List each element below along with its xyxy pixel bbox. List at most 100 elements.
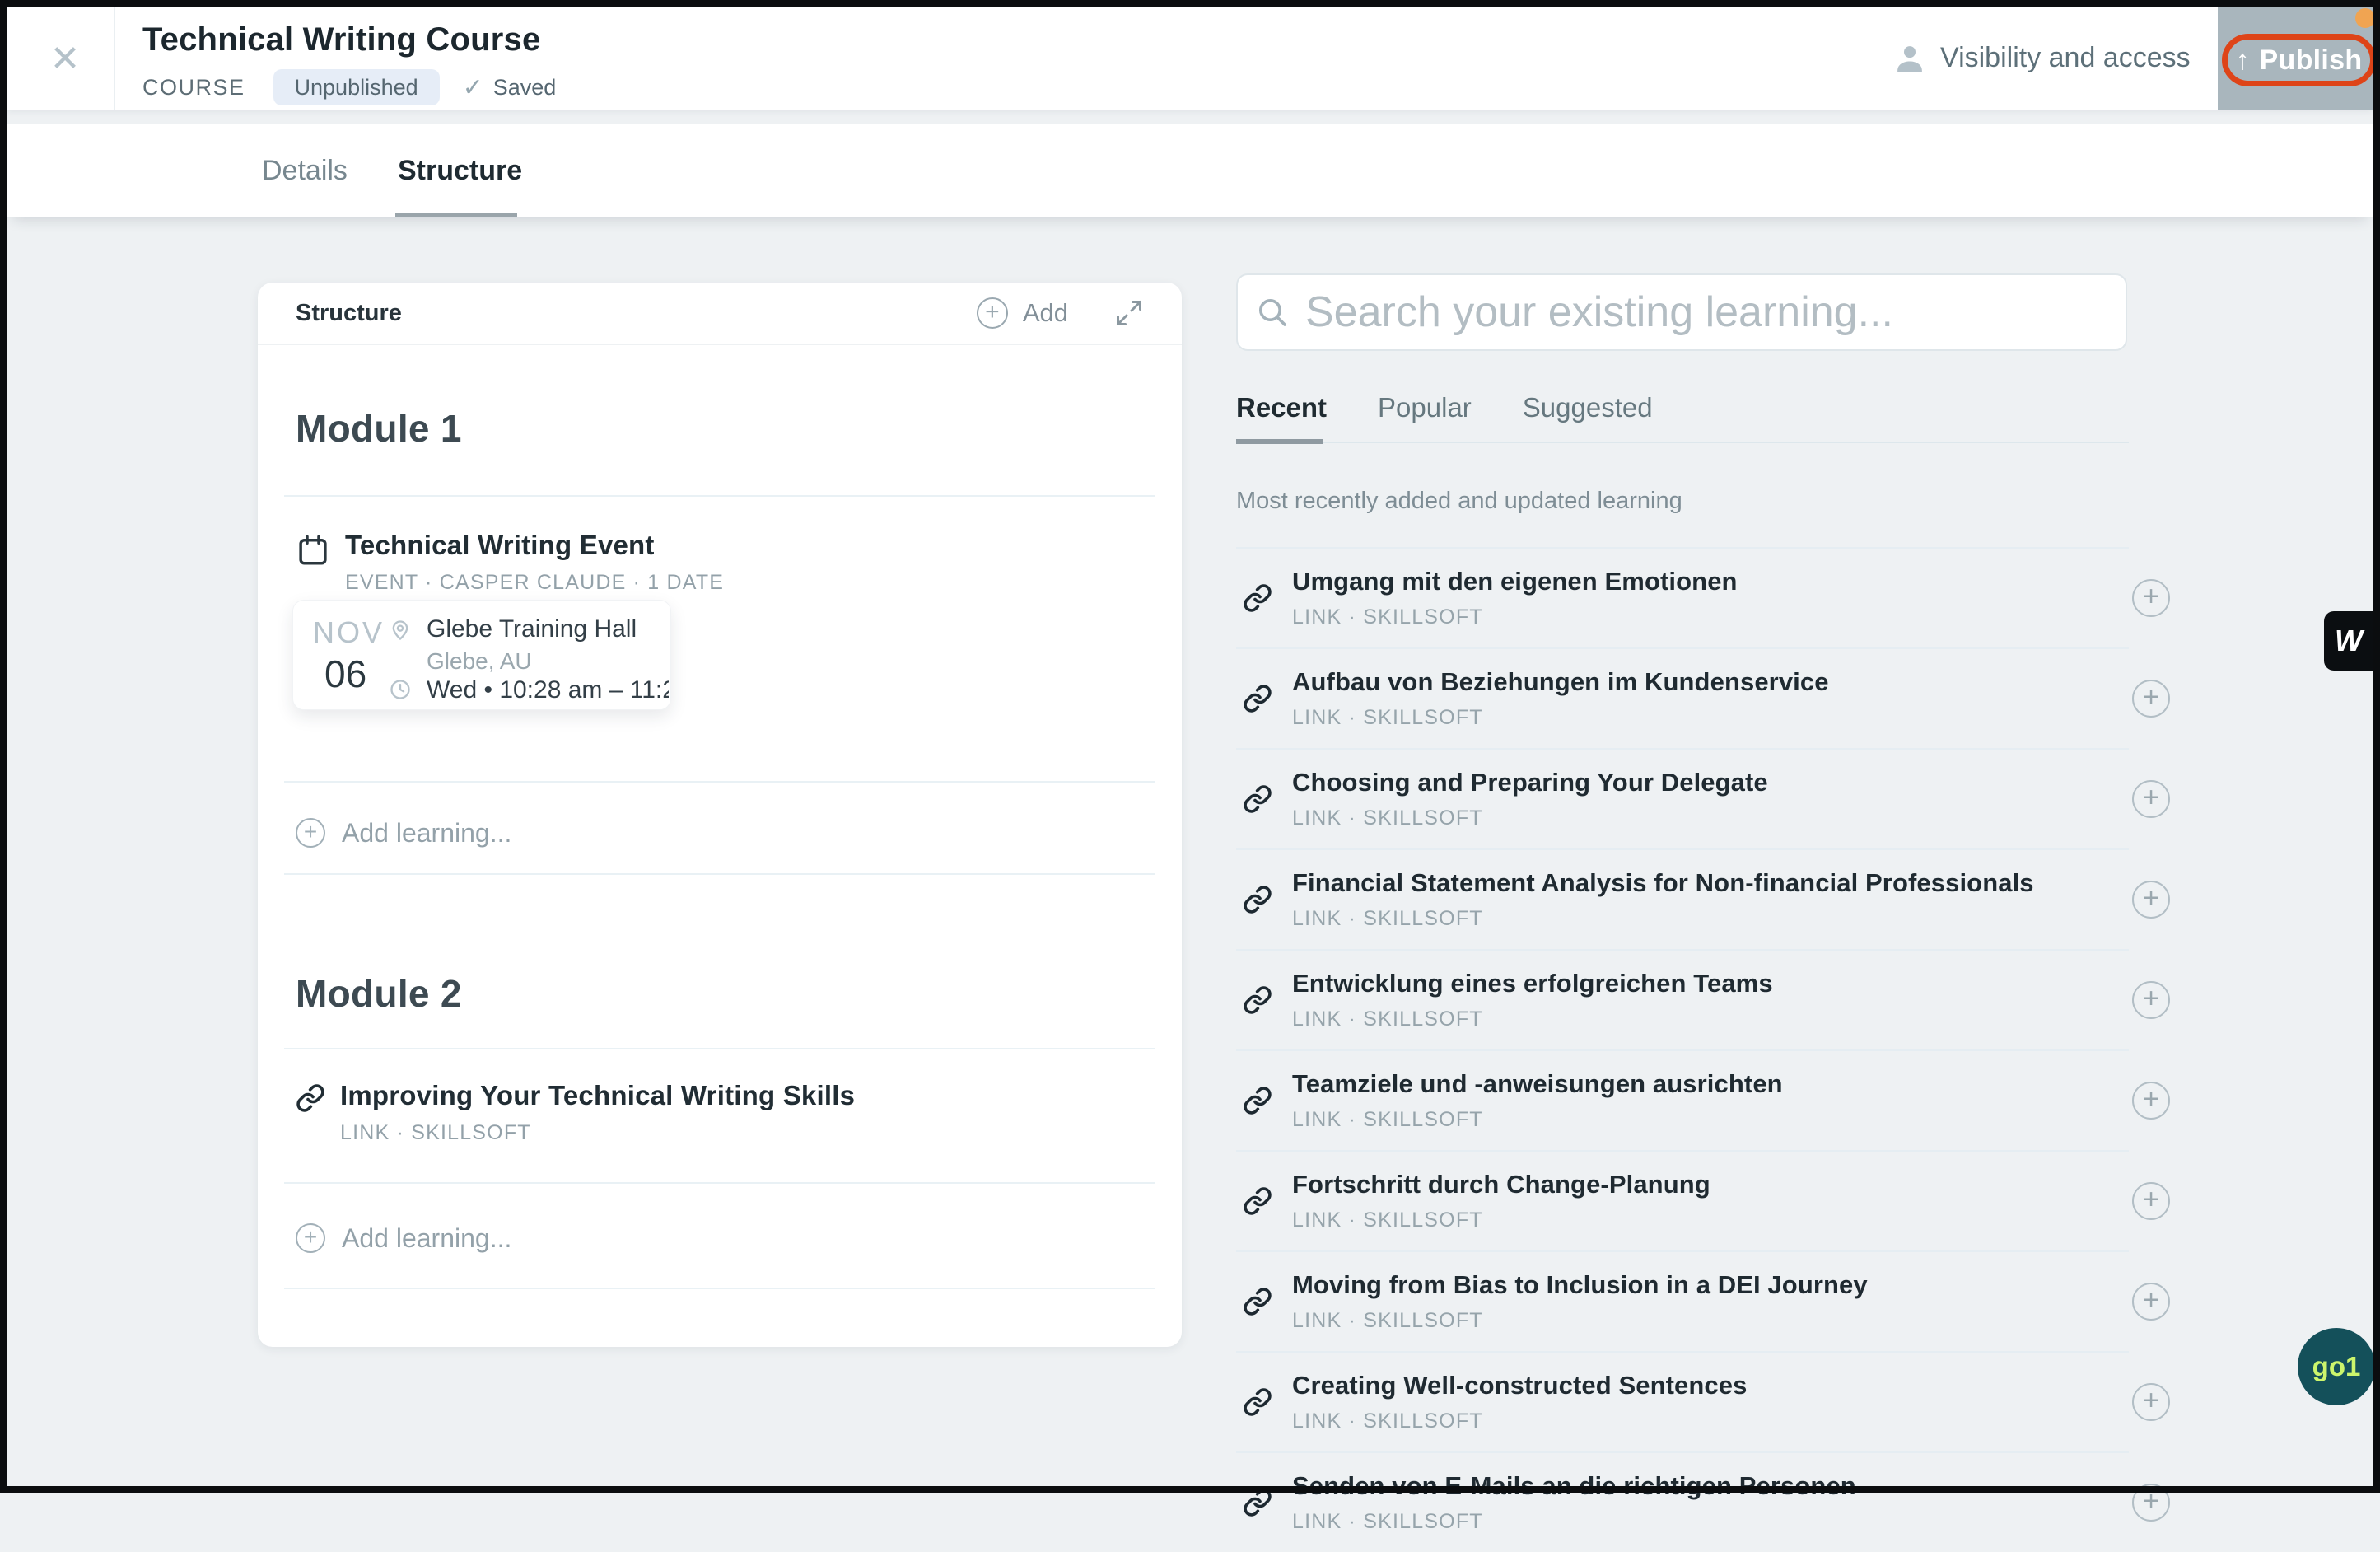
list-item-subtitle: LINK · SKILLSOFT (1292, 605, 1738, 629)
header: ✕ Technical Writing Course COURSE Unpubl… (7, 7, 2373, 110)
close-icon[interactable]: ✕ (44, 38, 86, 79)
list-item[interactable]: Choosing and Preparing Your Delegate LIN… (1236, 748, 2129, 848)
list-item[interactable]: Teamziele und -anweisungen ausrichten LI… (1236, 1049, 2129, 1150)
w-extension-tab[interactable]: W (2324, 611, 2373, 671)
list-item-subtitle: LINK · SKILLSOFT (1292, 706, 1829, 730)
add-item-button[interactable]: + (2132, 1182, 2170, 1220)
search-input[interactable] (1289, 287, 2126, 337)
plus-icon: + (2143, 1184, 2159, 1216)
tab-popular[interactable]: Popular (1378, 392, 1472, 423)
divider (284, 1182, 1155, 1184)
list-item[interactable]: Financial Statement Analysis for Non-fin… (1236, 848, 2129, 949)
search-box (1236, 273, 2127, 351)
search-icon (1256, 296, 1289, 329)
list-item-title: Financial Statement Analysis for Non-fin… (1292, 868, 2034, 898)
add-item-button[interactable]: + (2132, 881, 2170, 919)
add-item-button[interactable]: + (2132, 579, 2170, 617)
tabbar: Details Structure (7, 124, 2373, 217)
list-item-subtitle: LINK · SKILLSOFT (1292, 806, 1768, 830)
event-item[interactable]: Technical Writing Event EVENT · CASPER C… (296, 530, 724, 595)
go1-widget-button[interactable]: go1 (2298, 1328, 2375, 1405)
event-date-card[interactable]: NOV 06 Glebe Training Hall Glebe, AU Wed… (292, 600, 671, 710)
list-item-title: Umgang mit den eigenen Emotionen (1292, 567, 1738, 596)
learning-results-list: Umgang mit den eigenen Emotionen LINK · … (1236, 547, 2175, 1552)
link-icon (1243, 684, 1272, 713)
add-item-button[interactable]: + (2132, 1082, 2170, 1120)
tab-structure[interactable]: Structure (398, 124, 522, 217)
search-tabs: Recent Popular Suggested (1236, 392, 1653, 423)
divider (284, 873, 1155, 875)
add-button[interactable]: Add (1023, 298, 1068, 328)
event-subtitle: EVENT · CASPER CLAUDE · 1 DATE (345, 571, 724, 595)
link-icon (1243, 1186, 1272, 1216)
plus-icon: + (2143, 983, 2159, 1015)
link-icon (296, 1083, 325, 1113)
list-item-title: Teamziele und -anweisungen ausrichten (1292, 1069, 1783, 1099)
list-item-title: Fortschritt durch Change-Planung (1292, 1170, 1710, 1199)
add-item-button[interactable]: + (2132, 780, 2170, 818)
add-item-button[interactable]: + (2132, 1383, 2170, 1421)
plus-icon: + (2143, 882, 2159, 914)
link-icon (1243, 583, 1272, 613)
list-item-title: Entwicklung eines erfolgreichen Teams (1292, 969, 1773, 998)
list-item[interactable]: Umgang mit den eigenen Emotionen LINK · … (1236, 547, 2129, 647)
list-item-title: Aufbau von Beziehungen im Kundenservice (1292, 667, 1829, 697)
link-icon (1243, 1387, 1272, 1417)
location-pin-icon (389, 619, 412, 642)
link-icon (1243, 985, 1272, 1015)
add-learning-button[interactable]: + Add learning... (296, 1215, 511, 1261)
list-item[interactable]: Entwicklung eines erfolgreichen Teams LI… (1236, 949, 2129, 1049)
add-item-button[interactable]: + (2132, 1484, 2170, 1522)
module-1-title: Module 1 (296, 406, 462, 451)
divider (284, 1048, 1155, 1049)
expand-icon[interactable] (1114, 298, 1144, 328)
annotation-dot (2355, 8, 2375, 28)
saved-label: Saved (493, 75, 557, 101)
saved-status: ✓ Saved (463, 73, 557, 102)
list-item-title: Choosing and Preparing Your Delegate (1292, 768, 1768, 797)
status-badge: Unpublished (273, 69, 440, 105)
tab-details[interactable]: Details (262, 124, 348, 217)
list-item-subtitle: LINK · SKILLSOFT (1292, 907, 2034, 931)
list-item-subtitle: LINK · SKILLSOFT (1292, 1108, 1783, 1132)
list-item[interactable]: Creating Well-constructed Sentences LINK… (1236, 1351, 2129, 1451)
link-icon (1243, 784, 1272, 814)
plus-icon: + (2143, 681, 2159, 713)
structure-card-title: Structure (296, 300, 402, 327)
search-tabs-divider (1236, 442, 2129, 443)
add-item-button[interactable]: + (2132, 680, 2170, 718)
event-location: Glebe, AU (427, 648, 532, 675)
active-tab-underline (395, 213, 517, 217)
list-item[interactable]: Aufbau von Beziehungen im Kundenservice … (1236, 647, 2129, 748)
event-title: Technical Writing Event (345, 530, 724, 561)
page-title: Technical Writing Course (142, 20, 556, 59)
list-item-subtitle: LINK · SKILLSOFT (1292, 1208, 1710, 1232)
publish-button[interactable]: ↑ Publish (2222, 34, 2376, 86)
add-item-button[interactable]: + (2132, 981, 2170, 1019)
structure-card: Structure + Add Module 1 Technical Writi… (258, 283, 1182, 1347)
plus-circle-icon: + (296, 1223, 325, 1253)
link-icon (1243, 1287, 1272, 1316)
list-item[interactable]: Fortschritt durch Change-Planung LINK · … (1236, 1150, 2129, 1250)
add-learning-button[interactable]: + Add learning... (296, 810, 511, 856)
list-item[interactable]: Senden von E-Mails an die richtigen Pers… (1236, 1451, 2129, 1552)
add-item-button[interactable]: + (2132, 1283, 2170, 1321)
tab-recent[interactable]: Recent (1236, 392, 1327, 423)
list-item-title: Moving from Bias to Inclusion in a DEI J… (1292, 1270, 1868, 1300)
visibility-and-access-button[interactable]: Visibility and access (1892, 7, 2191, 110)
visibility-label: Visibility and access (1940, 42, 2191, 74)
search-tab-active-underline (1236, 439, 1323, 444)
list-item-title: Creating Well-constructed Sentences (1292, 1371, 1747, 1400)
list-item-subtitle: LINK · SKILLSOFT (1292, 1409, 1747, 1433)
tab-suggested[interactable]: Suggested (1523, 392, 1653, 423)
list-item[interactable]: Moving from Bias to Inclusion in a DEI J… (1236, 1250, 2129, 1351)
header-divider (114, 7, 115, 110)
link-item[interactable]: Improving Your Technical Writing Skills … (296, 1080, 855, 1145)
plus-icon: + (2143, 581, 2159, 613)
plus-icon: + (2143, 1284, 2159, 1316)
add-learning-label: Add learning... (342, 818, 511, 848)
event-day: 06 (324, 652, 366, 696)
add-learning-label: Add learning... (342, 1223, 511, 1254)
link-icon (1243, 1488, 1272, 1517)
add-icon: + (977, 297, 1008, 329)
